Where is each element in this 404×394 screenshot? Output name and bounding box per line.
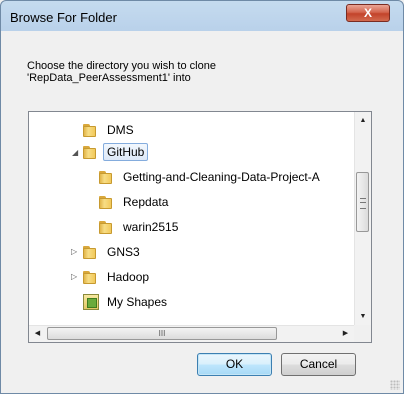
instruction-text: Choose the directory you wish to clone '…	[27, 60, 347, 84]
folder-icon	[99, 195, 115, 209]
tree-item-label: DMS	[107, 123, 134, 137]
scroll-right-arrow-icon[interactable]: ▶	[337, 326, 354, 342]
tree-item-repdata[interactable]: Repdata	[99, 191, 172, 213]
vertical-scrollbar[interactable]: ▲ ▼	[354, 112, 371, 325]
expand-expander-icon[interactable]: ▷	[71, 272, 77, 281]
scroll-left-arrow-icon[interactable]: ◀	[29, 326, 46, 342]
tree-item-github[interactable]: ◢ GitHub	[72, 141, 149, 163]
folder-icon	[83, 145, 99, 159]
scroll-up-arrow-icon[interactable]: ▲	[355, 112, 371, 129]
folder-icon	[99, 170, 115, 184]
cancel-button[interactable]: Cancel	[281, 353, 356, 376]
instruction-line-1: Choose the directory you wish to clone	[27, 60, 216, 72]
tree-item-label: GNS3	[107, 245, 140, 259]
grip-icon	[360, 198, 366, 209]
scrollbar-corner	[354, 325, 371, 342]
window-title: Browse For Folder	[10, 10, 117, 25]
browse-for-folder-dialog: Browse For Folder X Choose the directory…	[0, 0, 404, 394]
close-button[interactable]: X	[346, 4, 390, 22]
horizontal-scrollbar[interactable]: ◀ III ▶	[29, 325, 354, 342]
tree-item-label: warin2515	[123, 220, 179, 234]
folder-tree[interactable]: DMS ◢ GitHub Getting-and-Cleaning-Data-P…	[28, 111, 372, 343]
vertical-scroll-thumb[interactable]	[356, 172, 369, 232]
tree-item-label: Getting-and-Cleaning-Data-Project-A	[123, 170, 320, 184]
tree-item-label: Hadoop	[107, 270, 150, 284]
tree-item-getting-and-cleaning-data[interactable]: Getting-and-Cleaning-Data-Project-A	[99, 166, 324, 188]
tree-item-gns3[interactable]: ▷ GNS3	[71, 241, 144, 263]
ok-button[interactable]: OK	[197, 353, 272, 376]
folder-icon	[83, 270, 99, 284]
scroll-down-arrow-icon[interactable]: ▼	[355, 308, 371, 325]
folder-icon	[83, 245, 99, 259]
close-icon: X	[363, 6, 372, 20]
tree-item-label: GitHub	[103, 143, 149, 161]
tree-item-warin2515[interactable]: warin2515	[99, 216, 182, 238]
folder-icon	[83, 123, 99, 137]
folder-icon	[99, 220, 115, 234]
tree-item-dms[interactable]: DMS	[83, 119, 138, 141]
expand-expander-icon[interactable]: ▷	[71, 247, 77, 256]
resize-grip-icon[interactable]	[390, 380, 400, 390]
tree-item-label: Repdata	[123, 195, 169, 209]
shapes-library-icon	[83, 294, 99, 310]
tree-item-hadoop[interactable]: ▷ Hadoop	[71, 266, 153, 288]
instruction-line-2: 'RepData_PeerAssessment1' into	[27, 72, 191, 84]
horizontal-scroll-thumb[interactable]: III	[47, 327, 277, 340]
tree-item-my-shapes[interactable]: My Shapes	[83, 291, 171, 313]
collapse-expander-icon[interactable]: ◢	[72, 148, 78, 157]
tree-item-label: My Shapes	[107, 295, 168, 309]
